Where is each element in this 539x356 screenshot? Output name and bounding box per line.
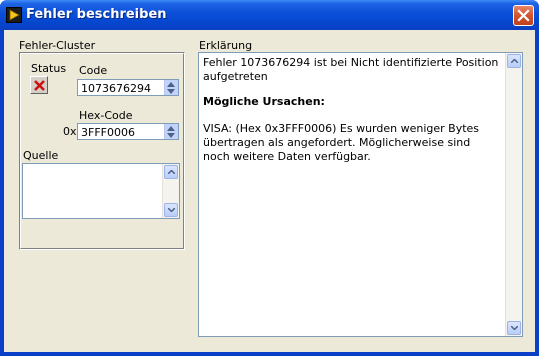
- scroll-down-button[interactable]: [507, 321, 521, 335]
- hex-code-value: 3FFF0006: [81, 126, 135, 139]
- scroll-down-button[interactable]: [164, 203, 178, 217]
- up-arrow-icon: [167, 82, 175, 87]
- explanation-scrollbar[interactable]: [505, 53, 522, 336]
- code-field[interactable]: 1073676294: [77, 79, 179, 96]
- chevron-up-icon: [168, 170, 175, 174]
- code-label: Code: [79, 64, 108, 77]
- status-label: Status: [31, 62, 67, 75]
- status-indicator: [30, 76, 48, 94]
- chevron-up-icon: [511, 59, 518, 63]
- chevron-down-icon: [168, 208, 175, 212]
- error-x-icon: [34, 80, 45, 91]
- close-button[interactable]: [513, 5, 534, 26]
- explanation-content: Fehler 1073676294 ist bei Nicht identifi…: [203, 56, 499, 164]
- explanation-textbox[interactable]: Fehler 1073676294 ist bei Nicht identifi…: [198, 52, 523, 337]
- hex-code-spinner[interactable]: [164, 124, 178, 139]
- explanation-line1: Fehler 1073676294 ist bei Nicht identifi…: [203, 56, 499, 83]
- source-scrollbar[interactable]: [162, 164, 179, 218]
- error-dialog-window: Fehler beschreiben Fehler-Cluster Status…: [0, 0, 539, 356]
- possible-causes-heading: Mögliche Ursachen:: [203, 95, 325, 108]
- source-label: Quelle: [23, 149, 59, 162]
- code-spinner[interactable]: [164, 80, 178, 95]
- source-textbox[interactable]: [22, 163, 180, 219]
- window-title: Fehler beschreiben: [26, 7, 167, 22]
- scroll-up-button[interactable]: [164, 165, 178, 179]
- down-arrow-icon: [167, 133, 175, 138]
- down-arrow-icon: [167, 89, 175, 94]
- scroll-up-button[interactable]: [507, 54, 521, 68]
- chevron-down-icon: [511, 326, 518, 330]
- hex-prefix: 0x: [63, 125, 77, 138]
- error-cluster-label: Fehler-Cluster: [19, 39, 96, 52]
- hex-code-label: Hex-Code: [79, 109, 133, 122]
- up-arrow-icon: [167, 126, 175, 131]
- labview-app-icon: [6, 7, 22, 23]
- dialog-client-area: Fehler-Cluster Status Code 1073676294 He…: [4, 30, 535, 352]
- title-bar[interactable]: Fehler beschreiben: [0, 0, 539, 30]
- code-value: 1073676294: [81, 82, 151, 95]
- explanation-label: Erklärung: [199, 39, 253, 52]
- hex-code-field[interactable]: 3FFF0006: [77, 123, 179, 140]
- explanation-detail: VISA: (Hex 0x3FFF0006) Es wurden weniger…: [203, 122, 480, 163]
- close-icon: [517, 9, 530, 22]
